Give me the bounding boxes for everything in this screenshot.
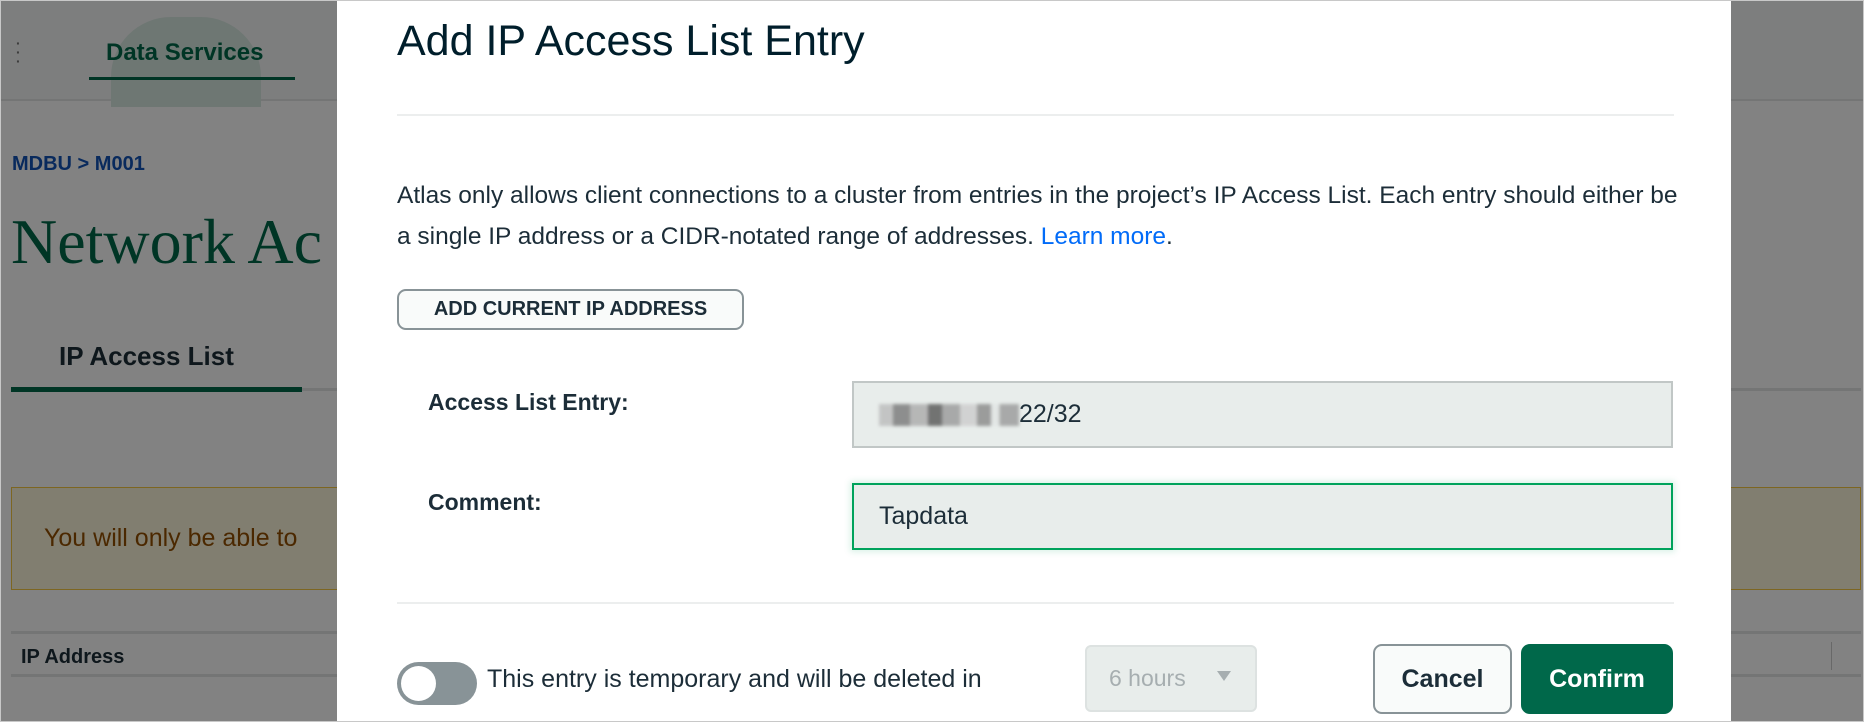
duration-select[interactable]: 6 hours (1085, 645, 1257, 712)
modal-title: Add IP Access List Entry (397, 17, 865, 65)
access-list-entry-label: Access List Entry: (428, 389, 629, 415)
learn-more-link[interactable]: Learn more (1041, 223, 1166, 250)
add-ip-access-list-modal: Add IP Access List Entry Atlas only allo… (337, 1, 1731, 721)
description-text: Atlas only allows client connections to … (397, 182, 1678, 250)
redacted-ip (879, 404, 1019, 427)
divider (397, 602, 1674, 604)
temporary-toggle[interactable] (397, 662, 477, 705)
duration-value: 6 hours (1109, 665, 1186, 691)
toggle-knob (401, 666, 436, 701)
divider (397, 114, 1674, 116)
caret-down-icon (1217, 671, 1231, 681)
temporary-label: This entry is temporary and will be dele… (487, 665, 982, 693)
add-current-ip-button[interactable]: ADD CURRENT IP ADDRESS (397, 289, 744, 330)
modal-description: Atlas only allows client connections to … (397, 175, 1687, 257)
access-list-entry-input[interactable]: 22/32 (852, 381, 1673, 448)
screen: · · · Data Services MDBU > M001 Network Ac… (0, 0, 1864, 722)
entry-value: 22/32 (1019, 400, 1082, 428)
confirm-button[interactable]: Confirm (1521, 644, 1673, 714)
comment-input[interactable]: Tapdata (852, 483, 1673, 550)
cancel-button[interactable]: Cancel (1373, 644, 1512, 714)
period: . (1166, 223, 1173, 250)
comment-label: Comment: (428, 489, 542, 515)
